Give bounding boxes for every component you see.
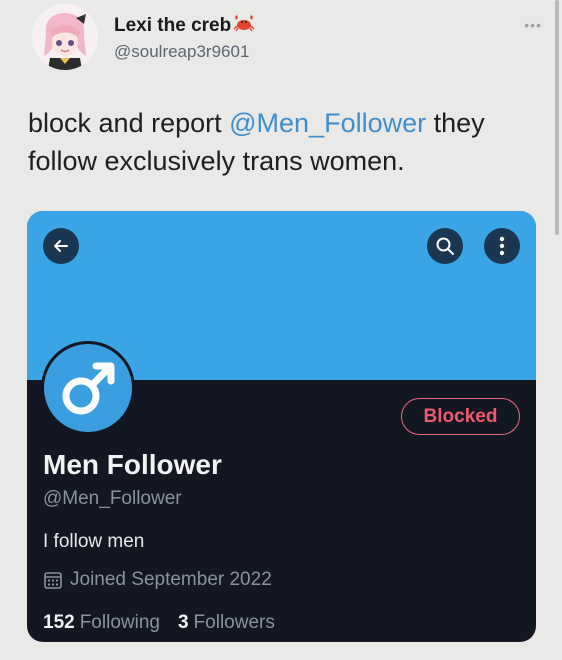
following-label: Following (79, 612, 160, 633)
author-display-name[interactable]: Lexi the creb (114, 15, 231, 37)
search-button[interactable] (427, 228, 463, 264)
followers-link[interactable]: 3 Followers (178, 612, 275, 634)
vertical-dots-icon (499, 236, 505, 256)
following-link[interactable]: 152 Following (43, 612, 160, 634)
back-arrow-icon (54, 240, 68, 252)
follow-stats: 152 Following 3 Followers (43, 612, 293, 634)
crab-emoji-icon (233, 14, 255, 37)
profile-screenshot-card[interactable]: Blocked Men Follower @Men_Follower I fol… (27, 211, 536, 642)
tweet-header: Lexi the creb @soulreap3r9601 ••• (32, 4, 542, 84)
tweet-text: block and report @Men_Follower they foll… (28, 104, 548, 180)
profile-avatar[interactable] (41, 341, 135, 435)
author-name-row: Lexi the creb (114, 14, 255, 37)
tweet-text-start: block and report (28, 108, 230, 138)
search-icon (436, 237, 454, 255)
profile-handle: @Men_Follower (43, 488, 182, 509)
scrollbar[interactable] (555, 0, 559, 235)
more-dots-icon[interactable]: ••• (524, 17, 542, 33)
followers-label: Followers (193, 612, 275, 633)
followers-count: 3 (177, 612, 189, 633)
male-symbol-icon (62, 362, 115, 415)
author-avatar[interactable] (32, 4, 98, 70)
profile-bio: I follow men (43, 531, 145, 552)
profile-name: Men Follower (43, 449, 222, 480)
joined-text: Joined September 2022 (70, 569, 272, 590)
blocked-button[interactable]: Blocked (401, 398, 520, 435)
following-count: 152 (43, 612, 75, 633)
mention-link[interactable]: @Men_Follower (229, 108, 426, 138)
menu-button[interactable] (484, 228, 520, 264)
calendar-icon (44, 572, 62, 589)
back-button[interactable] (43, 228, 79, 264)
joined-date: Joined September 2022 (43, 569, 272, 591)
author-handle[interactable]: @soulreap3r9601 (114, 42, 249, 62)
